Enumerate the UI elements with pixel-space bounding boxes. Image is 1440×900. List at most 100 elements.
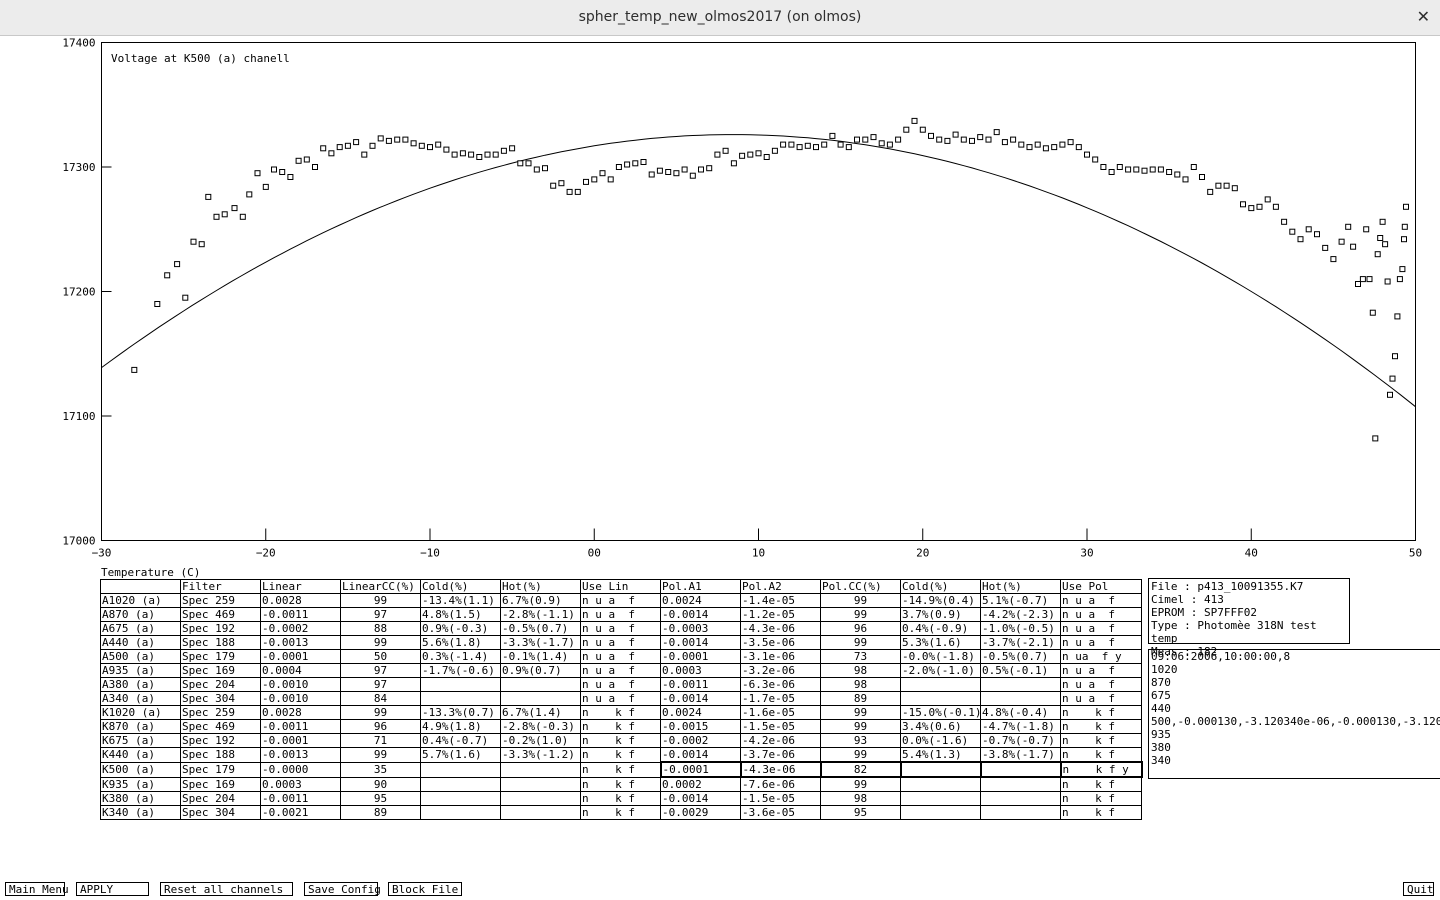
table-row[interactable]: K340 (a) Spec 304 -0.0021 89 n k f -0.0029 -3.… <box>100 805 1142 820</box>
cell-pcc: 89 <box>820 691 901 706</box>
data-point <box>451 151 458 158</box>
use-pol-flags[interactable]: n k f <box>1060 705 1142 720</box>
log-line: 340 <box>1151 754 1171 767</box>
column-header: Pol.A2 <box>740 579 821 594</box>
use-pol-flags[interactable]: n u a f <box>1060 635 1142 650</box>
cell-pcc: 96 <box>820 621 901 636</box>
table-row[interactable]: K500 (a) Spec 179 -0.0000 35 n k f -0.0001 -4.… <box>100 761 1143 778</box>
main-menu-button[interactable]: Main Menu <box>5 882 69 896</box>
cell-pcold <box>900 691 981 706</box>
cell-lin: -0.0011 <box>260 607 341 622</box>
reset-all-channels-button[interactable]: Reset all channels <box>160 882 293 896</box>
quit-button[interactable]: Quit <box>1403 882 1434 896</box>
table-row[interactable]: A1020 (a) Spec 259 0.0028 99 -13.4%(1.1) 6.7%… <box>100 593 1142 608</box>
table-row[interactable]: A870 (a) Spec 469 -0.0011 97 4.8%(1.5) -2.8%(… <box>100 607 1142 622</box>
data-point <box>1387 391 1393 398</box>
use-pol-flags[interactable]: n k f <box>1060 791 1142 806</box>
window-title: spher_temp_new_olmos2017 (on olmos) <box>578 9 862 25</box>
data-point <box>730 160 737 167</box>
use-pol-flags[interactable]: n u a f <box>1060 621 1142 636</box>
cell-pcold: 3.7%(0.9) <box>900 607 981 622</box>
use-lin-flags[interactable]: n u a f <box>580 691 661 706</box>
table-row[interactable]: A340 (a) Spec 304 -0.0010 84 n u a f -0.0014-… <box>100 691 1142 706</box>
x-tick-label: −30 <box>92 547 112 560</box>
use-lin-flags[interactable]: n k f <box>580 791 661 806</box>
cell-lincc: 96 <box>340 719 421 734</box>
table-row[interactable]: K440 (a) Spec 188 -0.0013 99 5.7%(1.6) -3.3%(… <box>100 747 1142 763</box>
table-row[interactable]: A935 (a) Spec 169 0.0004 97 -1.7%(-0.6) 0.9%(… <box>100 663 1142 678</box>
cell-lincc: 95 <box>340 791 421 806</box>
block-file-button[interactable]: Block File <box>388 882 462 896</box>
x-tick-label: −20 <box>256 547 276 560</box>
table-row[interactable]: A500 (a) Spec 179 -0.0001 50 0.3%(-1.4) -0.1%… <box>100 649 1142 664</box>
use-lin-flags[interactable]: n u a f <box>580 635 661 650</box>
table-row[interactable]: K935 (a) Spec 169 0.0003 90 n k f 0.0002 -7.6e… <box>100 776 1142 792</box>
use-pol-flags[interactable]: n k f <box>1060 805 1142 820</box>
y-tick-label: 17100 <box>62 410 95 423</box>
data-point <box>279 169 286 175</box>
close-icon[interactable]: ✕ <box>1417 7 1430 26</box>
use-lin-flags[interactable]: n u a f <box>580 607 661 622</box>
data-point <box>1240 201 1246 208</box>
cell-lincc: 97 <box>340 663 421 678</box>
use-pol-flags[interactable]: n k f <box>1060 747 1142 763</box>
cell-pa1: -0.0014 <box>660 691 741 706</box>
x-axis-label: Temperature (C) <box>101 566 201 579</box>
channel-table: Filter Linear LinearCC(%) Cold(%) Hot(%) Use … <box>100 579 1143 820</box>
data-point <box>919 126 926 133</box>
data-point <box>459 150 466 157</box>
table-row[interactable]: K870 (a) Spec 469 -0.0011 96 4.9%(1.8) -2.8%(… <box>100 719 1142 734</box>
cell-lin: -0.0021 <box>260 805 341 820</box>
use-lin-flags[interactable]: n k f <box>580 805 661 820</box>
save-config-button[interactable]: Save Config <box>304 882 381 896</box>
use-pol-flags[interactable]: n u a f <box>1060 691 1142 706</box>
use-lin-flags[interactable]: n k f <box>580 719 661 734</box>
table-row[interactable]: A380 (a) Spec 204 -0.0010 97 n u a f -0.0011-… <box>100 677 1142 692</box>
use-pol-flags[interactable]: n k f <box>1060 776 1142 792</box>
use-lin-flags[interactable]: n u a f <box>580 593 661 608</box>
data-point <box>1182 176 1189 183</box>
use-pol-flags[interactable]: n k f <box>1060 719 1142 734</box>
x-tick-label: 20 <box>916 547 929 560</box>
y-axis: 17000 17100 17200 17300 17400 <box>62 37 112 548</box>
data-point <box>221 211 228 218</box>
data-point <box>640 159 647 165</box>
use-lin-flags[interactable]: n u a f <box>580 649 661 664</box>
cell-phot <box>980 805 1061 820</box>
use-lin-flags[interactable]: n k f <box>580 747 661 763</box>
apply-button[interactable]: APPLY <box>76 882 149 896</box>
table-row[interactable]: A675 (a) Spec 192 -0.0002 88 0.9%(-0.3) -0.5%… <box>100 621 1142 636</box>
use-pol-flags[interactable]: n u a f <box>1060 593 1142 608</box>
table-row[interactable]: K1020 (a) Spec 259 0.0028 99 -13.3%(0.7) 6.7%… <box>100 705 1142 720</box>
cell-pa1: 0.0024 <box>660 705 741 720</box>
cell-pa1: 0.0002 <box>660 776 741 792</box>
use-lin-flags[interactable]: n u a f <box>580 621 661 636</box>
voltage-chart: Voltage at K500 (a) chanell 170001710017… <box>62 37 1422 560</box>
output-log[interactable]: 09:06:2006,10:00:00,8 1020 870 675 440 500,-0… <box>1148 649 1440 779</box>
cell-pa1: -0.0014 <box>660 747 741 763</box>
data-point <box>969 137 975 144</box>
use-pol-flags[interactable]: n u a f <box>1060 607 1142 622</box>
cell-filter: Spec 169 <box>180 663 261 678</box>
table-row[interactable]: K675 (a) Spec 192 -0.0001 71 0.4%(-0.7) -0.2%… <box>100 733 1142 748</box>
use-pol-flags[interactable]: n k f y <box>1059 761 1143 778</box>
use-lin-flags[interactable]: n k f <box>580 705 661 720</box>
use-lin-flags[interactable]: n u a f <box>580 677 661 692</box>
use-lin-flags[interactable]: n k f <box>580 761 661 778</box>
data-point <box>213 213 220 220</box>
use-lin-flags[interactable]: n k f <box>580 733 661 748</box>
table-row[interactable]: K380 (a) Spec 204 -0.0011 95 n k f -0.0014 -1.… <box>100 791 1142 806</box>
data-point <box>1272 203 1279 210</box>
data-point <box>385 137 392 144</box>
data-point <box>418 142 425 149</box>
table-row[interactable]: A440 (a) Spec 188 -0.0013 99 5.6%(1.8) -3.3%(… <box>100 635 1142 650</box>
cell-phot <box>980 791 1061 806</box>
use-pol-flags[interactable]: n u a f <box>1060 663 1142 678</box>
cell-filter: Spec 192 <box>180 733 261 748</box>
use-pol-flags[interactable]: n k f <box>1060 733 1142 748</box>
data-point <box>550 182 557 189</box>
use-pol-flags[interactable]: n u a f <box>1060 677 1142 692</box>
use-lin-flags[interactable]: n u a f <box>580 663 661 678</box>
use-pol-flags[interactable]: n ua f y <box>1060 649 1142 664</box>
use-lin-flags[interactable]: n k f <box>580 776 661 792</box>
